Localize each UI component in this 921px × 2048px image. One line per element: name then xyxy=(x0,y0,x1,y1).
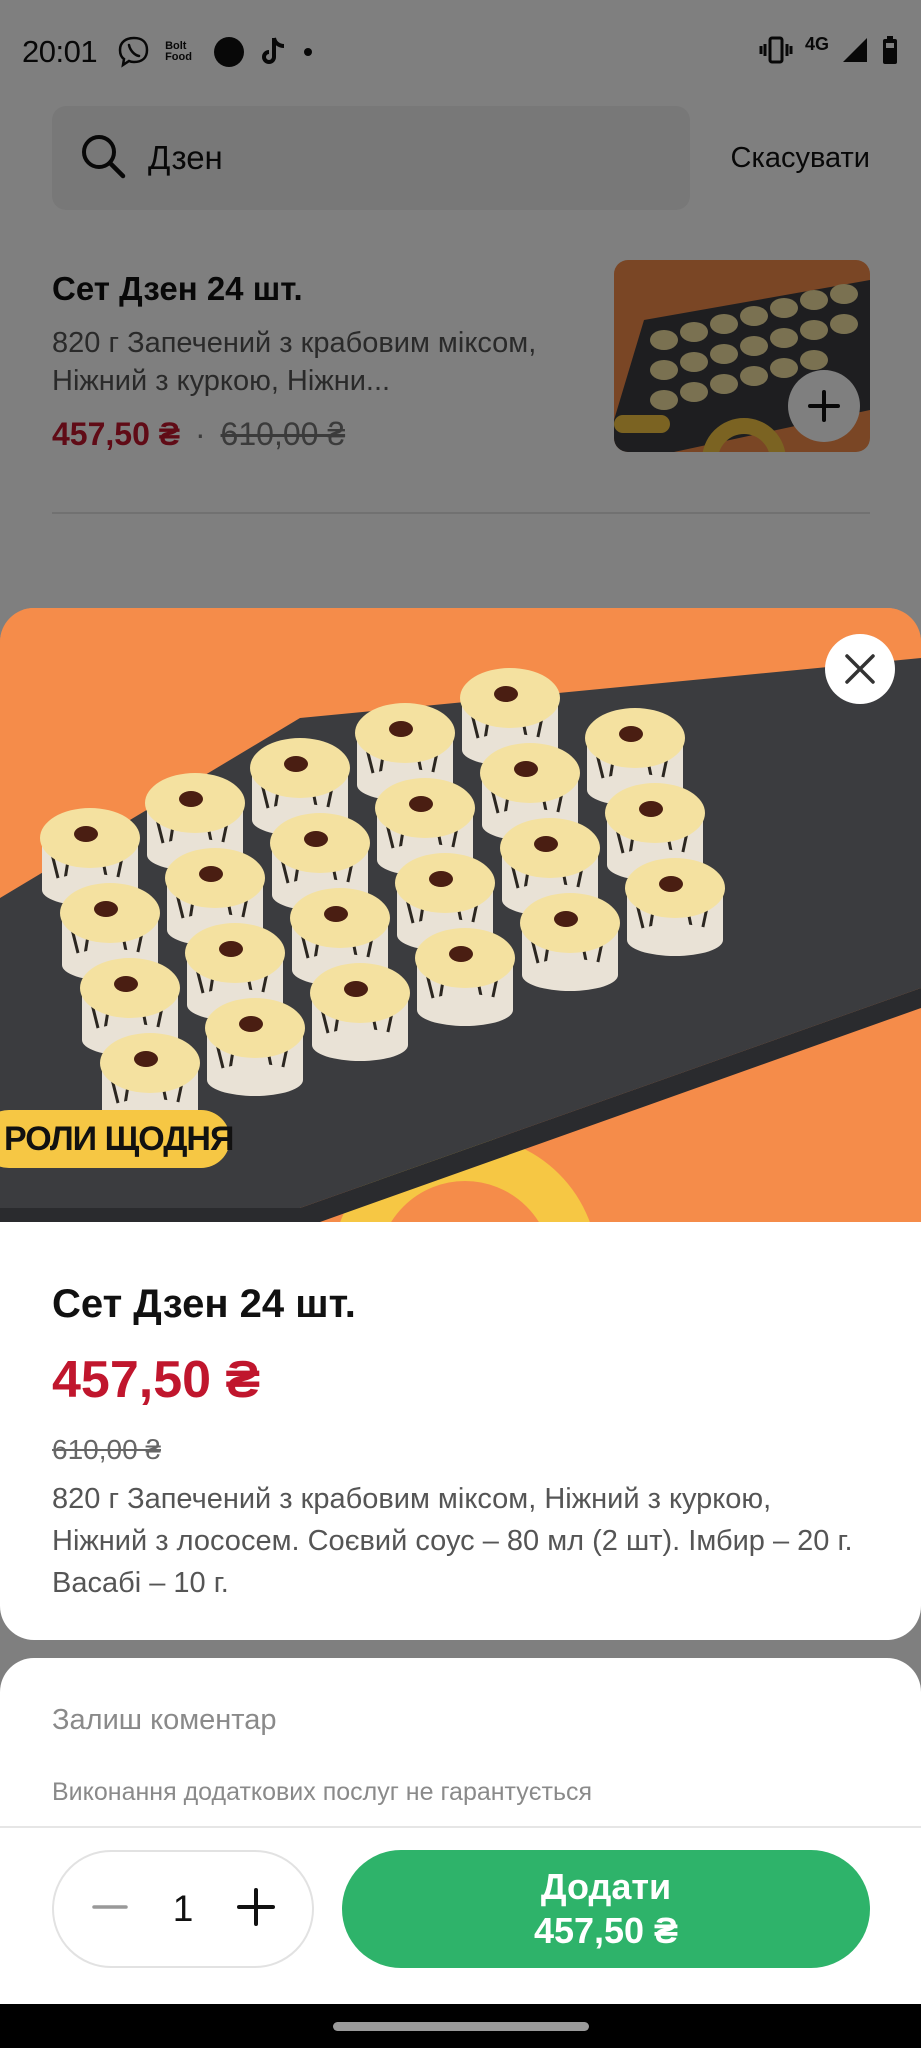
image-banner-text: РОЛИ ЩОДНЯ xyxy=(4,1120,234,1158)
add-button-price: 457,50 ₴ xyxy=(533,1910,679,1951)
product-image: РОЛИ ЩОДНЯ xyxy=(0,608,921,1222)
add-button-label: Додати xyxy=(540,1866,672,1907)
product-price: 457,50 ₴ xyxy=(52,1351,261,1409)
comment-section[interactable]: Залиш коментар Виконання додаткових посл… xyxy=(0,1658,921,1838)
product-sheet: РОЛИ ЩОДНЯ Сет Дзен 24 шт. 457,50 ₴ 610,… xyxy=(0,608,921,2048)
close-button[interactable] xyxy=(825,634,895,704)
home-gesture-handle[interactable] xyxy=(333,2022,589,2031)
order-action-bar: 1 Додати 457,50 ₴ xyxy=(0,1826,921,2004)
product-description: 820 г Запечений з крабовим міксом, Ніжни… xyxy=(52,1483,853,1599)
product-info: Сет Дзен 24 шт. 457,50 ₴ 610,00 ₴ 820 г … xyxy=(0,1222,921,1640)
system-nav-bar xyxy=(0,2004,921,2048)
decrease-button[interactable] xyxy=(90,1887,130,1932)
quantity-stepper: 1 xyxy=(52,1850,314,1968)
plus-icon xyxy=(236,1887,275,1926)
quantity-value: 1 xyxy=(172,1888,194,1929)
add-to-cart-button[interactable]: Додати 457,50 ₴ xyxy=(342,1850,870,1968)
product-old-price: 610,00 ₴ xyxy=(52,1434,161,1465)
minus-icon xyxy=(92,1904,128,1909)
comment-disclaimer: Виконання додаткових послуг не гарантуєт… xyxy=(52,1778,593,1806)
product-title: Сет Дзен 24 шт. xyxy=(52,1282,356,1326)
close-icon xyxy=(845,654,875,684)
comment-input[interactable]: Залиш коментар xyxy=(52,1704,277,1737)
increase-button[interactable] xyxy=(236,1887,276,1932)
